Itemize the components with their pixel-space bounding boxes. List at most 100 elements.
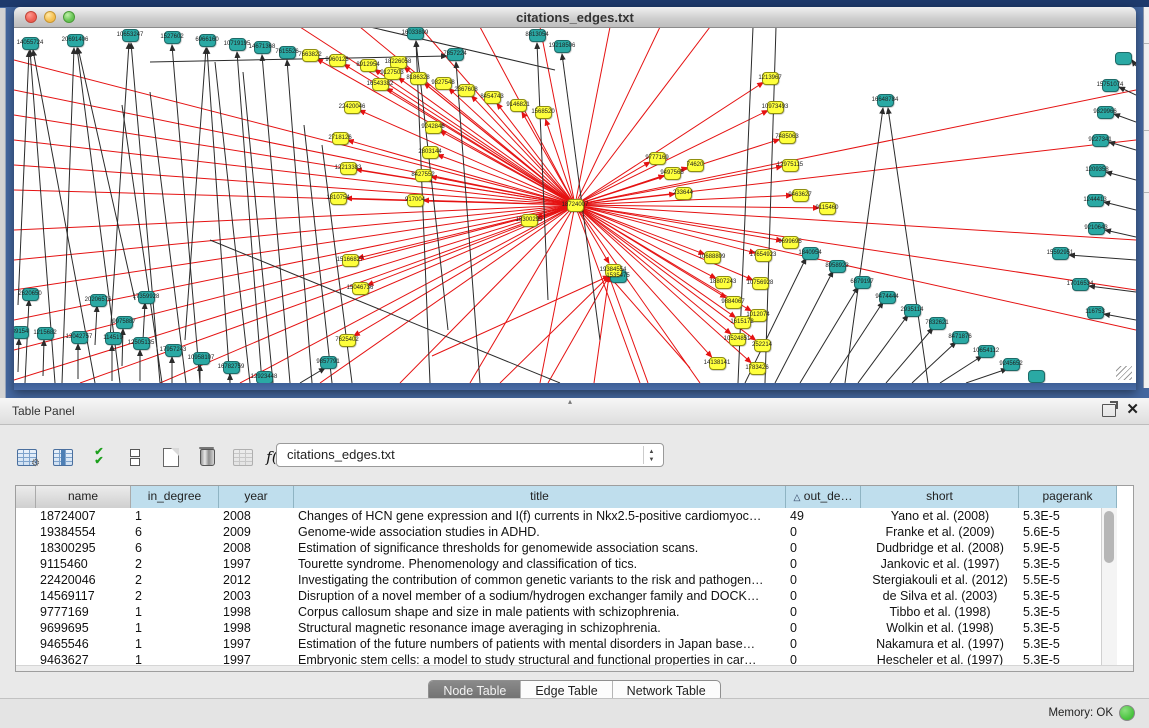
column-header-in_degree[interactable]: in_degree [131,486,219,508]
table-row[interactable]: 946554611997Estimation of the future num… [16,636,1117,652]
column-header-out_degree[interactable]: △ out_de… [786,486,861,508]
resize-grip-icon[interactable] [1116,366,1132,380]
new-table-button[interactable] [158,444,184,470]
document-icon [163,448,179,467]
cell-out_degree[interactable]: 0 [786,604,861,620]
table-row[interactable]: 977716911998Corpus callosum shape and si… [16,604,1117,620]
cell-year[interactable]: 1998 [219,604,294,620]
cell-year[interactable]: 1997 [219,636,294,652]
cell-year[interactable]: 2009 [219,524,294,540]
column-header-title[interactable]: title [294,486,786,508]
cell-title[interactable]: Corpus callosum shape and size in male p… [294,604,786,620]
splitter-handle-icon[interactable]: ▴ [568,397,572,406]
cell-title[interactable]: Structural magnetic resonance image aver… [294,620,786,636]
cell-title[interactable]: Investigating the contribution of common… [294,572,786,588]
column-header-name[interactable]: name [36,486,131,508]
cell-short[interactable]: Jankovic et al. (1997) [861,556,1019,572]
cell-out_degree[interactable]: 0 [786,636,861,652]
cell-name[interactable]: 18300295 [36,540,131,556]
cell-year[interactable]: 2008 [219,540,294,556]
cell-name[interactable]: 9115460 [36,556,131,572]
cell-year[interactable]: 1998 [219,620,294,636]
cell-short[interactable]: Tibbo et al. (1998) [861,604,1019,620]
graph-node-label: 1012074 [746,312,769,318]
table-row[interactable]: 1938455462009Genome-wide association stu… [16,524,1117,540]
graph-node-label: 9329966 [1093,109,1116,115]
cell-name[interactable]: 18724007 [36,508,131,524]
graph-node[interactable] [1115,52,1132,65]
column-chooser-button[interactable] [50,444,76,470]
cell-title[interactable]: Estimation of the future numbers of pati… [294,636,786,652]
table-row[interactable]: 2242004622012Investigating the contribut… [16,572,1117,588]
cell-title[interactable]: Changes of HCN gene expression and I(f) … [294,508,786,524]
cell-title[interactable]: Genome-wide association studies in ADHD. [294,524,786,540]
cell-out_degree[interactable]: 0 [786,556,861,572]
table-row[interactable]: 1830029562008Estimation of significance … [16,540,1117,556]
cell-name[interactable]: 19384554 [36,524,131,540]
cell-year[interactable]: 2008 [219,508,294,524]
cell-out_degree[interactable]: 0 [786,524,861,540]
table-row[interactable]: 1456911722003Disruption of a novel membe… [16,588,1117,604]
cell-out_degree[interactable]: 0 [786,540,861,556]
cell-short[interactable]: Franke et al. (2009) [861,524,1019,540]
graph-node-label: 7857224 [443,51,466,57]
window-titlebar[interactable]: citations_edges.txt [14,7,1136,28]
cell-in_degree[interactable]: 2 [131,588,219,604]
cell-title[interactable]: Estimation of significance thresholds fo… [294,540,786,556]
graph-node-label: 16543382 [367,81,394,87]
cell-name[interactable]: 9699695 [36,620,131,636]
cell-name[interactable]: 9465546 [36,636,131,652]
cell-in_degree[interactable]: 1 [131,620,219,636]
cell-in_degree[interactable]: 6 [131,524,219,540]
select-checks-button[interactable]: ✔✔ [86,444,112,470]
network-canvas[interactable]: 1405572420691406106532471527602696616010… [14,27,1136,383]
cell-year[interactable]: 2012 [219,572,294,588]
close-panel-icon[interactable]: ✕ [1126,403,1139,417]
cell-in_degree[interactable]: 2 [131,556,219,572]
table-selector-dropdown[interactable]: citations_edges.txt ▲▼ [276,443,664,467]
graph-node-label: 10654112 [973,348,999,354]
cell-short[interactable]: Nakamura et al. (1997) [861,636,1019,652]
graph-node[interactable] [1028,370,1045,383]
cell-short[interactable]: Dudbridge et al. (2008) [861,540,1019,556]
cell-name[interactable]: 22420046 [36,572,131,588]
row-header-gutter [16,486,36,508]
cell-title[interactable]: Disruption of a novel member of a sodium… [294,588,786,604]
cell-name[interactable]: 9777169 [36,604,131,620]
cell-year[interactable]: 2003 [219,588,294,604]
cell-short[interactable]: Yano et al. (2008) [861,508,1019,524]
rows-button[interactable] [122,444,148,470]
float-panel-icon[interactable] [1102,404,1116,417]
cell-in_degree[interactable]: 1 [131,636,219,652]
cell-title[interactable]: Tourette syndrome. Phenomenology and cla… [294,556,786,572]
cell-in_degree[interactable]: 1 [131,508,219,524]
cell-year[interactable]: 1997 [219,556,294,572]
cell-short[interactable]: Stergiakouli et al. (2012) [861,572,1019,588]
graph-node-label: 8958923 [825,263,848,269]
cell-out_degree[interactable]: 0 [786,572,861,588]
cell-out_degree[interactable]: 0 [786,588,861,604]
cell-in_degree[interactable]: 1 [131,604,219,620]
cell-out_degree[interactable]: 49 [786,508,861,524]
table-row[interactable]: 969969511998Structural magnetic resonanc… [16,620,1117,636]
cell-out_degree[interactable]: 0 [786,620,861,636]
column-header-short[interactable]: short [861,486,1019,508]
delete-table-button[interactable] [194,444,220,470]
column-header-year[interactable]: year [219,486,294,508]
graph-node-label: 1615172 [730,319,753,325]
graph-node-label: 8454743 [480,94,503,100]
cell-name[interactable]: 14569117 [36,588,131,604]
table-row[interactable]: 911546021997Tourette syndrome. Phenomeno… [16,556,1117,572]
cell-in_degree[interactable]: 6 [131,540,219,556]
cell-short[interactable]: Wolkin et al. (1998) [861,620,1019,636]
column-header-pagerank[interactable]: pagerank [1019,486,1117,508]
scrollbar-thumb[interactable] [1104,511,1114,563]
table-panel: ▴ Table Panel ✕ ⚙ ✔✔ f(x) [0,398,1149,727]
vertical-scrollbar[interactable] [1101,508,1117,668]
cell-short[interactable]: de Silva et al. (2003) [861,588,1019,604]
table-settings-button[interactable]: ⚙ [14,444,40,470]
table-row[interactable]: 1872400712008Changes of HCN gene express… [16,508,1117,524]
graph-node-label: 18807243 [710,279,737,285]
graph-node-label: 8912954 [356,62,379,68]
cell-in_degree[interactable]: 2 [131,572,219,588]
